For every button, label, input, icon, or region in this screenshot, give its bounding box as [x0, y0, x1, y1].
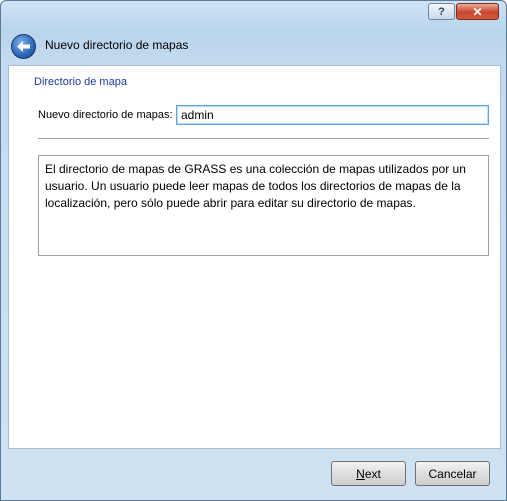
next-label: ext [364, 466, 381, 481]
caption-buttons: ? ✕ [428, 3, 499, 20]
mapset-label: Nuevo directorio de mapas: [38, 109, 173, 121]
window-title: Nuevo directorio de mapas [45, 38, 189, 52]
next-button[interactable]: Next [331, 461, 406, 486]
cancel-button[interactable]: Cancelar [415, 461, 490, 486]
description-text: El directorio de mapas de GRASS es una c… [38, 155, 489, 256]
back-arrow-icon [17, 41, 30, 52]
help-button[interactable]: ? [428, 3, 455, 20]
close-button[interactable]: ✕ [456, 3, 499, 20]
wizard-window: ? ✕ Nuevo directorio de mapas Directorio… [0, 0, 507, 501]
section-title: Directorio de mapa [34, 76, 127, 88]
back-button[interactable] [11, 34, 36, 59]
wizard-page: Directorio de mapa Nuevo directorio de m… [8, 65, 501, 449]
mapset-input[interactable] [176, 105, 489, 125]
separator [38, 138, 489, 140]
next-accelerator: N [356, 466, 365, 481]
